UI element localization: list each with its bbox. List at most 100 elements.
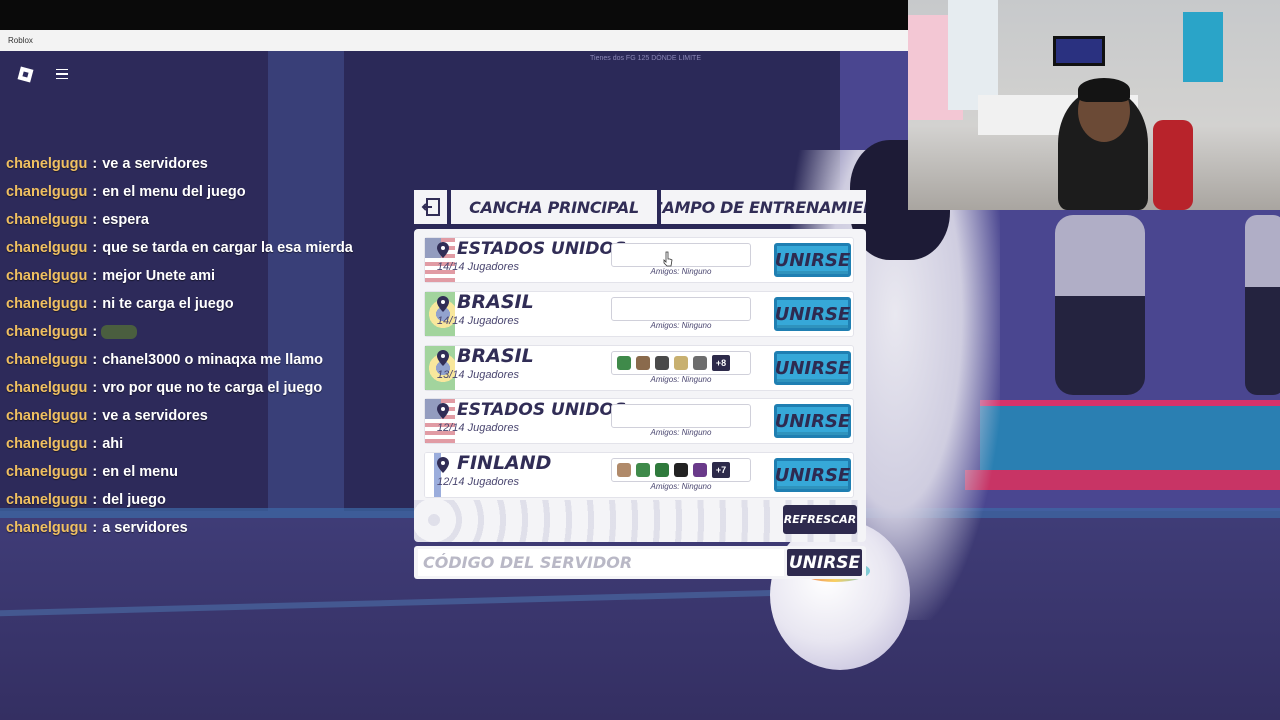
webcam-poster bbox=[1183, 12, 1223, 82]
chat-text: en el menu del juego bbox=[102, 184, 246, 200]
chat-text: ni te carga el juego bbox=[102, 296, 234, 312]
chat-username: chanelgugu bbox=[6, 380, 88, 396]
chat-text: ve a servidores bbox=[102, 408, 208, 424]
server-player-count: 14/14 Jugadores bbox=[437, 261, 519, 273]
chat-separator: : bbox=[92, 520, 98, 536]
friends-avatars bbox=[611, 404, 751, 428]
chat-username: chanelgugu bbox=[6, 520, 88, 536]
webcam-person-hair bbox=[1078, 78, 1130, 102]
server-player-count: 14/14 Jugadores bbox=[437, 315, 519, 327]
server-row: BRASIL 14/14 Jugadores Amigos: Ninguno UNIR… bbox=[424, 291, 854, 337]
friends-label: Amigos: Ninguno bbox=[650, 428, 712, 437]
chat-message: chanelgugu: a servidores bbox=[6, 514, 406, 542]
chat-separator: : bbox=[92, 324, 98, 340]
chat-username: chanelgugu bbox=[6, 268, 88, 284]
friends-avatars bbox=[611, 243, 751, 267]
screen: Roblox Tienes dos FG 125 DÓNDE LIMITE ch… bbox=[0, 0, 1280, 720]
chat-text: que se tarda en cargar la esa mierda bbox=[102, 240, 353, 256]
chat-message: chanelgugu: mejor Unete ami bbox=[6, 262, 406, 290]
chat-message: chanelgugu: en el menu bbox=[6, 458, 406, 486]
server-country: BRASIL bbox=[457, 345, 534, 367]
chat-separator: : bbox=[92, 492, 98, 508]
tab-training-field[interactable]: CAMPO DE ENTRENAMIENTO bbox=[661, 190, 866, 224]
chat-separator: : bbox=[92, 436, 98, 452]
chat-username: chanelgugu bbox=[6, 408, 88, 424]
code-join-button[interactable]: UNIRSE bbox=[787, 549, 862, 576]
webcam-overlay bbox=[908, 0, 1280, 210]
chat-separator: : bbox=[92, 296, 98, 312]
server-code-input[interactable] bbox=[418, 549, 784, 576]
chat-username: chanelgugu bbox=[6, 296, 88, 312]
chat-text: mejor Unete ami bbox=[102, 268, 216, 284]
exit-icon bbox=[421, 198, 440, 216]
player-avatar-icon bbox=[674, 356, 688, 370]
chat-username: chanelgugu bbox=[6, 352, 88, 368]
roblox-logo-icon bbox=[17, 66, 33, 82]
chat-text: espera bbox=[102, 212, 149, 228]
chat-message: chanelgugu: chanel3000 o minaqxa me llamo bbox=[6, 346, 406, 374]
chat-username: chanelgugu bbox=[6, 156, 88, 172]
chat-message: chanelgugu: bbox=[6, 318, 406, 346]
npc-character bbox=[1055, 215, 1145, 395]
server-player-count: 12/14 Jugadores bbox=[437, 476, 519, 488]
chat-username: chanelgugu bbox=[6, 212, 88, 228]
menu-button[interactable] bbox=[48, 61, 76, 87]
player-avatar-icon bbox=[693, 356, 707, 370]
chat-separator: : bbox=[92, 352, 98, 368]
hamburger-icon bbox=[56, 68, 68, 71]
friends-label: Amigos: Ninguno bbox=[650, 482, 712, 491]
friends-avatars: +7 bbox=[611, 458, 751, 482]
tab-training-label: CAMPO DE ENTRENAMIENTO bbox=[661, 197, 866, 217]
podium bbox=[980, 400, 1280, 480]
friends-label: Amigos: Ninguno bbox=[650, 321, 712, 330]
server-country: ESTADOS UNIDOS bbox=[457, 400, 627, 420]
server-row: FINLAND 12/14 Jugadores +7 Amigos: Ninguno U… bbox=[424, 452, 854, 498]
tab-main-field[interactable]: CANCHA PRINCIPAL bbox=[451, 190, 657, 224]
player-avatar-icon bbox=[674, 463, 688, 477]
chat-log: chanelgugu: ve a servidores chanelgugu: en … bbox=[6, 150, 406, 550]
chat-separator: : bbox=[92, 184, 98, 200]
chat-separator: : bbox=[92, 240, 98, 256]
server-country: BRASIL bbox=[457, 291, 534, 313]
webcam-chair bbox=[1153, 120, 1193, 210]
server-row: ESTADOS UNIDOS 12/14 Jugadores Amigos: Nin… bbox=[424, 398, 854, 444]
chat-message: chanelgugu: ahi bbox=[6, 430, 406, 458]
join-server-button[interactable]: UNIRSE bbox=[774, 404, 851, 438]
chat-separator: : bbox=[92, 380, 98, 396]
chat-username: chanelgugu bbox=[6, 492, 88, 508]
player-avatar-icon bbox=[617, 463, 631, 477]
join-server-button[interactable]: UNIRSE bbox=[774, 458, 851, 492]
location-pin-icon bbox=[437, 242, 449, 258]
chat-message: chanelgugu: que se tarda en cargar la esa… bbox=[6, 234, 406, 262]
roblox-logo-button[interactable] bbox=[12, 61, 38, 87]
friends-label: Amigos: Ninguno bbox=[650, 267, 712, 276]
chat-message: chanelgugu: en el menu del juego bbox=[6, 178, 406, 206]
chat-message: chanelgugu: espera bbox=[6, 206, 406, 234]
chat-text: vro por que no te carga el juego bbox=[102, 380, 323, 396]
chat-separator: : bbox=[92, 268, 98, 284]
chat-message: chanelgugu: ve a servidores bbox=[6, 150, 406, 178]
join-server-button[interactable]: UNIRSE bbox=[774, 351, 851, 385]
exit-button[interactable] bbox=[414, 190, 447, 224]
join-server-button[interactable]: UNIRSE bbox=[774, 297, 851, 331]
player-avatar-icon bbox=[655, 463, 669, 477]
mouse-cursor-icon bbox=[663, 251, 673, 267]
black-top-bar bbox=[0, 0, 908, 30]
refresh-button[interactable]: REFRESCAR bbox=[783, 505, 857, 534]
server-country: ESTADOS UNIDOS bbox=[457, 239, 627, 259]
join-server-button[interactable]: UNIRSE bbox=[774, 243, 851, 277]
player-avatar-icon bbox=[693, 463, 707, 477]
player-avatar-icon bbox=[655, 356, 669, 370]
window-title: Roblox bbox=[0, 30, 908, 51]
chat-username: chanelgugu bbox=[6, 184, 88, 200]
chat-username: chanelgugu bbox=[6, 240, 88, 256]
player-avatar-icon bbox=[636, 356, 650, 370]
server-row: ESTADOS UNIDOS 14/14 Jugadores Amigos: Nin… bbox=[424, 237, 854, 283]
player-avatar-icon bbox=[617, 356, 631, 370]
podium-base bbox=[965, 470, 1280, 490]
chat-separator: : bbox=[92, 156, 98, 172]
more-players-badge: +7 bbox=[712, 462, 730, 478]
chat-text: en el menu bbox=[102, 464, 178, 480]
chat-separator: : bbox=[92, 464, 98, 480]
chat-username: chanelgugu bbox=[6, 324, 88, 340]
